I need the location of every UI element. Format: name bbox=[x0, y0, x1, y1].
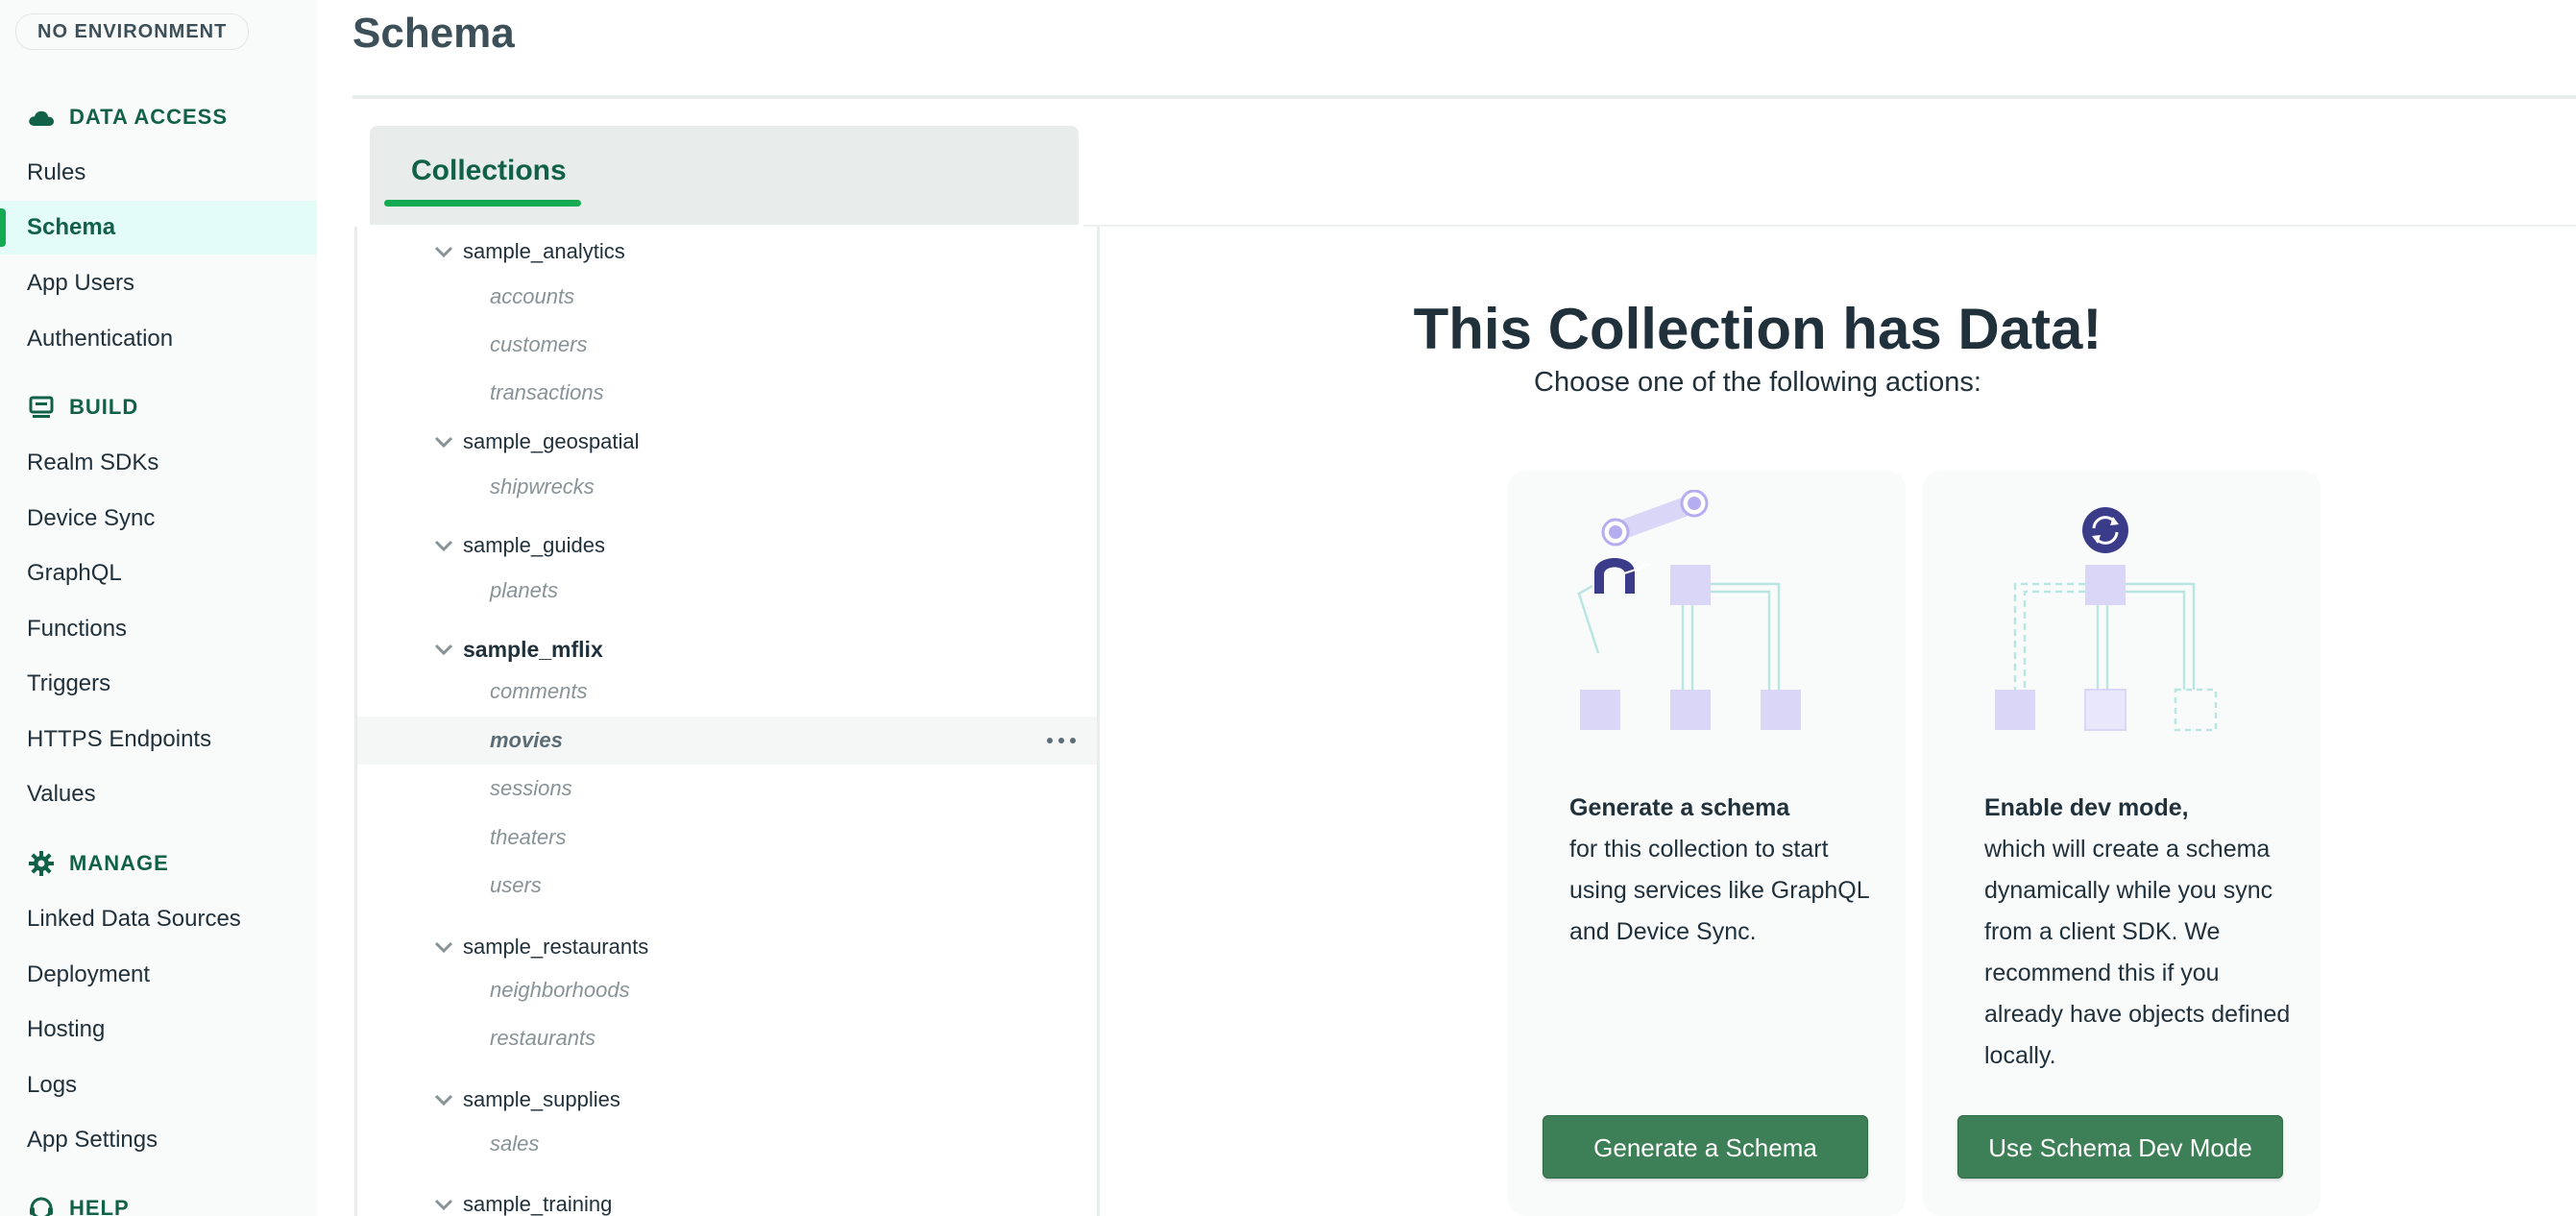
section-label: HELP bbox=[69, 1196, 130, 1216]
section-help: HELP bbox=[27, 1191, 130, 1216]
sidebar-item-triggers[interactable]: Triggers bbox=[0, 657, 317, 711]
chevron-down-icon[interactable] bbox=[432, 1193, 455, 1216]
use-schema-dev-mode-button[interactable]: Use Schema Dev Mode bbox=[1957, 1115, 2283, 1179]
collection-row[interactable]: restaurants bbox=[357, 1014, 1097, 1062]
database-name: sample_restaurants bbox=[463, 935, 649, 959]
tab-label: Collections bbox=[411, 155, 567, 186]
collection-name: neighborhoods bbox=[490, 978, 630, 1002]
environment-badge[interactable]: NO ENVIRONMENT bbox=[15, 13, 250, 50]
sidebar-item-schema[interactable]: Schema bbox=[0, 201, 317, 255]
collection-row[interactable]: shipwrecks bbox=[357, 463, 1097, 511]
empty-state-subtitle: Choose one of the following actions: bbox=[1534, 367, 1981, 398]
more-options-icon[interactable] bbox=[1047, 729, 1076, 752]
sidebar-item-hosting[interactable]: Hosting bbox=[0, 1003, 317, 1057]
collection-name: planets bbox=[490, 578, 558, 602]
section-label: DATA ACCESS bbox=[69, 105, 228, 129]
sidebar-item-app-settings[interactable]: App Settings bbox=[0, 1113, 317, 1167]
sync-tree-illustration bbox=[1995, 507, 2218, 732]
collection-name: sales bbox=[490, 1131, 540, 1155]
collection-name: customers bbox=[490, 332, 588, 356]
database-row[interactable]: sample_analytics bbox=[357, 231, 1097, 273]
active-tab-indicator bbox=[384, 200, 581, 207]
database-name: sample_analytics bbox=[463, 239, 625, 263]
chevron-down-icon[interactable] bbox=[432, 240, 455, 263]
sidebar-item-logs[interactable]: Logs bbox=[0, 1058, 317, 1112]
card-description: Generate a schema for this collection to… bbox=[1569, 788, 1877, 953]
collection-row[interactable]: planets bbox=[357, 567, 1097, 615]
collection-name: comments bbox=[490, 679, 588, 703]
chevron-down-icon[interactable] bbox=[432, 638, 455, 661]
collection-row[interactable]: users bbox=[357, 862, 1097, 910]
sidebar-item-authentication[interactable]: Authentication bbox=[0, 312, 317, 366]
collection-name: movies bbox=[490, 728, 563, 752]
database-row[interactable]: sample_mflix bbox=[357, 628, 1097, 670]
card-heading: Generate a schema bbox=[1569, 794, 1790, 821]
cloud-icon bbox=[27, 103, 56, 132]
robot-arm-illustration bbox=[1577, 490, 1801, 730]
build-icon bbox=[27, 393, 56, 422]
collection-row[interactable]: theaters bbox=[357, 814, 1097, 862]
tab-collections[interactable]: Collections bbox=[370, 126, 1079, 225]
database-name: sample_guides bbox=[463, 533, 605, 557]
sidebar-item-linked-data-sources[interactable]: Linked Data Sources bbox=[0, 892, 317, 946]
collection-row[interactable]: sessions bbox=[357, 765, 1097, 813]
header-divider bbox=[352, 95, 2576, 99]
sidebar-item-https-endpoints[interactable]: HTTPS Endpoints bbox=[0, 713, 317, 766]
card-body: which will create a schema dynamically w… bbox=[1984, 836, 2291, 1069]
database-name: sample_mflix bbox=[463, 636, 603, 662]
database-name: sample_supplies bbox=[463, 1087, 620, 1111]
collection-name: restaurants bbox=[490, 1026, 596, 1050]
help-icon bbox=[27, 1194, 56, 1216]
database-name: sample_geospatial bbox=[463, 429, 640, 453]
section-label: BUILD bbox=[69, 395, 139, 419]
generate-schema-card: Generate a schema for this collection to… bbox=[1508, 471, 1906, 1216]
sidebar-item-deployment[interactable]: Deployment bbox=[0, 948, 317, 1002]
sidebar-item-realm-sdks[interactable]: Realm SDKs bbox=[0, 436, 317, 490]
collection-row-selected[interactable]: movies bbox=[357, 717, 1097, 765]
card-body: for this collection to start using servi… bbox=[1569, 836, 1869, 945]
database-row[interactable]: sample_guides bbox=[357, 524, 1097, 567]
collection-name: accounts bbox=[490, 284, 575, 308]
chevron-down-icon[interactable] bbox=[432, 430, 455, 453]
database-row[interactable]: sample_geospatial bbox=[357, 421, 1097, 463]
sidebar-item-rules[interactable]: Rules bbox=[0, 146, 317, 200]
card-heading: Enable dev mode, bbox=[1984, 794, 2189, 821]
sidebar-item-graphql[interactable]: GraphQL bbox=[0, 547, 317, 600]
collection-name: users bbox=[490, 873, 542, 897]
sidebar: NO ENVIRONMENT DATA ACCESS Rules Schema … bbox=[0, 0, 317, 1216]
sidebar-item-app-users[interactable]: App Users bbox=[0, 256, 317, 310]
chevron-down-icon[interactable] bbox=[432, 534, 455, 557]
collection-row[interactable]: sales bbox=[357, 1120, 1097, 1168]
database-row[interactable]: sample_restaurants bbox=[357, 926, 1097, 968]
section-label: MANAGE bbox=[69, 851, 169, 875]
collection-row[interactable]: neighborhoods bbox=[357, 966, 1097, 1014]
tab-strip-divider bbox=[1083, 225, 2576, 227]
database-row[interactable]: sample_training bbox=[357, 1183, 1097, 1216]
dev-mode-card: Enable dev mode, which will create a sch… bbox=[1923, 471, 2321, 1216]
collection-name: transactions bbox=[490, 380, 604, 404]
chevron-down-icon[interactable] bbox=[432, 936, 455, 959]
gear-icon bbox=[27, 849, 56, 878]
empty-state-title: This Collection has Data! bbox=[1413, 297, 2102, 361]
section-data-access: DATA ACCESS bbox=[27, 100, 228, 134]
database-row[interactable]: sample_supplies bbox=[357, 1079, 1097, 1121]
collection-row[interactable]: comments bbox=[357, 668, 1097, 716]
sidebar-item-functions[interactable]: Functions bbox=[0, 602, 317, 656]
card-description: Enable dev mode, which will create a sch… bbox=[1984, 788, 2292, 1077]
collection-name: shipwrecks bbox=[490, 474, 595, 499]
chevron-down-icon[interactable] bbox=[432, 1088, 455, 1111]
database-name: sample_training bbox=[463, 1192, 613, 1216]
collection-name: sessions bbox=[490, 776, 572, 800]
collection-name: theaters bbox=[490, 825, 567, 849]
page-title: Schema bbox=[352, 10, 515, 57]
section-manage: MANAGE bbox=[27, 846, 169, 881]
sidebar-item-values[interactable]: Values bbox=[0, 767, 317, 821]
sidebar-item-device-sync[interactable]: Device Sync bbox=[0, 492, 317, 546]
section-build: BUILD bbox=[27, 390, 138, 425]
generate-schema-button[interactable]: Generate a Schema bbox=[1543, 1115, 1868, 1179]
